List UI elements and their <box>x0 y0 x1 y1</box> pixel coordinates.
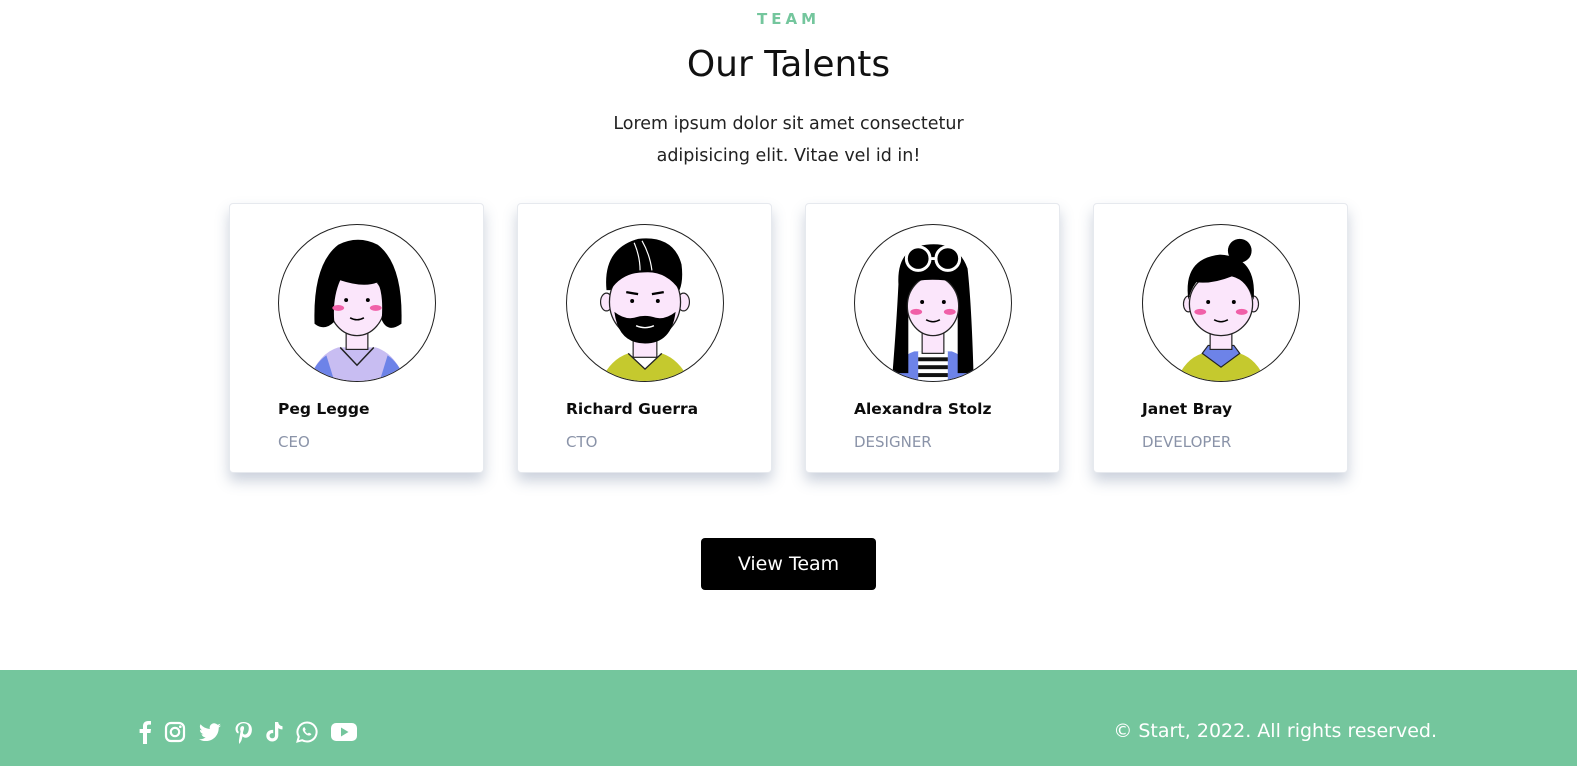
team-section: TEAM Our Talents Lorem ipsum dolor sit a… <box>0 0 1577 670</box>
view-team-button[interactable]: View Team <box>701 538 876 590</box>
team-card: Richard Guerra CTO <box>517 203 772 473</box>
twitter-icon[interactable] <box>198 720 222 744</box>
woman-glasses-icon <box>888 244 978 381</box>
team-card: Janet Bray DEVELOPER <box>1093 203 1348 473</box>
subtitle-line-1: Lorem ipsum dolor sit amet consectetur <box>613 114 964 134</box>
avatar <box>1142 224 1300 382</box>
copyright-text: © Start, 2022. All rights reserved. <box>1113 720 1437 742</box>
whatsapp-icon[interactable] <box>295 720 319 744</box>
member-name: Richard Guerra <box>566 400 699 418</box>
member-name: Peg Legge <box>278 400 370 418</box>
member-role: DEVELOPER <box>1142 433 1232 451</box>
youtube-icon[interactable] <box>330 720 358 744</box>
member-name: Alexandra Stolz <box>854 400 992 418</box>
pinterest-icon[interactable] <box>233 720 253 744</box>
member-role: CTO <box>566 433 598 451</box>
instagram-icon[interactable] <box>163 720 187 744</box>
avatar <box>278 224 436 382</box>
section-title: Our Talents <box>686 44 891 85</box>
woman-short-hair-icon <box>308 239 406 381</box>
avatar <box>566 224 724 382</box>
social-links <box>138 720 369 744</box>
member-role: DESIGNER <box>854 433 932 451</box>
man-beard-icon <box>599 238 691 381</box>
team-card: Alexandra Stolz DESIGNER <box>805 203 1060 473</box>
member-name: Janet Bray <box>1142 400 1233 418</box>
team-card: Peg Legge CEO <box>229 203 484 473</box>
facebook-icon[interactable] <box>138 720 152 744</box>
tiktok-icon[interactable] <box>264 720 284 744</box>
section-subtitle: Lorem ipsum dolor sit amet consectetur a… <box>0 108 1577 172</box>
subtitle-line-2: adipisicing elit. Vitae vel id in! <box>656 146 921 166</box>
section-eyebrow: TEAM <box>756 10 820 28</box>
avatar <box>854 224 1012 382</box>
woman-bun-hair-icon <box>1176 238 1266 381</box>
team-cards: Peg Legge CEO Richard Guerra CTO Alexand… <box>229 203 1349 473</box>
member-role: CEO <box>278 433 310 451</box>
footer: © Start, 2022. All rights reserved. <box>0 670 1577 766</box>
